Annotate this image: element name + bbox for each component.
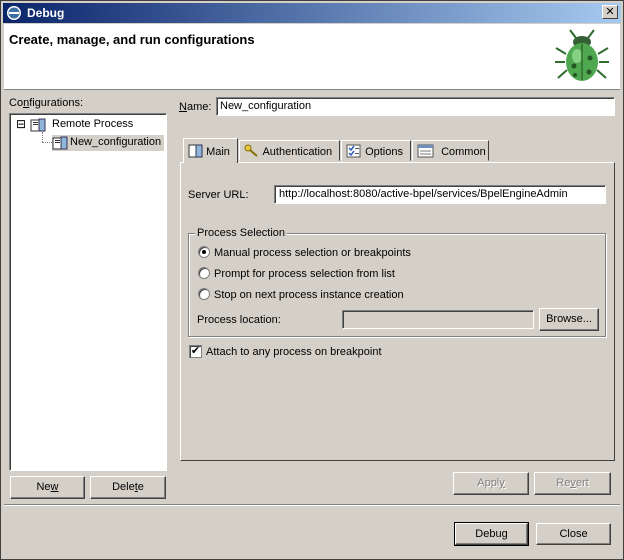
tab-main[interactable]: Main [183, 138, 238, 163]
name-input[interactable]: New_configuration [216, 97, 615, 116]
server-url-label: Server URL: [188, 189, 249, 201]
title-bar: Debug ✕ [3, 3, 621, 23]
configurations-label: Configurations: [9, 97, 83, 109]
dialog-header: Create, manage, and run configurations [4, 24, 620, 90]
apply-button[interactable]: Apply [453, 472, 529, 495]
close-button[interactable]: Close [536, 523, 611, 545]
main-tab-icon [188, 144, 203, 158]
config-icon [52, 136, 68, 150]
tree-label-remote-process: Remote Process [52, 118, 134, 130]
delete-button[interactable]: Delete [90, 476, 166, 499]
common-icon [417, 144, 434, 158]
configurations-tree[interactable]: ⊟ Remote Process New_configuration [9, 113, 167, 471]
attach-checkbox[interactable]: ✔ [189, 345, 202, 358]
bug-icon [555, 29, 609, 81]
tree-node-new-configuration[interactable]: New_configuration [52, 135, 164, 151]
radio-stop-on-next[interactable] [198, 288, 210, 300]
server-url-input[interactable]: http://localhost:8080/active-bpel/servic… [274, 185, 606, 204]
remote-process-icon [30, 118, 46, 132]
attach-checkbox-label: Attach to any process on breakpoint [206, 346, 382, 358]
tree-connector [42, 132, 43, 142]
options-icon [346, 144, 361, 158]
process-selection-title: Process Selection [195, 227, 288, 239]
process-location-label: Process location: [197, 314, 281, 326]
radio-manual-selection[interactable] [198, 246, 210, 258]
tree-expander-icon[interactable]: ⊟ [16, 118, 26, 130]
tab-options[interactable]: Options [341, 140, 411, 161]
tab-authentication[interactable]: Authentication [239, 140, 340, 161]
window-close-button[interactable]: ✕ [602, 5, 618, 19]
radio-prompt-selection[interactable] [198, 267, 210, 279]
radio-stop-on-next-label: Stop on next process instance creation [214, 289, 404, 301]
revert-button[interactable]: Revert [534, 472, 611, 495]
eclipse-icon [7, 6, 21, 20]
browse-button[interactable]: Browse... [539, 308, 599, 331]
process-location-input [342, 310, 534, 329]
radio-manual-selection-label: Manual process selection or breakpoints [214, 247, 411, 259]
header-title: Create, manage, and run configurations [9, 32, 255, 47]
key-icon [244, 144, 258, 157]
radio-prompt-selection-label: Prompt for process selection from list [214, 268, 395, 280]
tree-connector [42, 142, 52, 143]
window-title: Debug [27, 6, 65, 20]
debug-dialog: Debug ✕ Create, manage, and run configur… [0, 0, 624, 560]
new-button[interactable]: New [10, 476, 85, 499]
name-label: Name: [179, 101, 212, 113]
tab-common[interactable]: Common [412, 140, 489, 161]
footer-separator [4, 504, 620, 506]
debug-button[interactable]: Debug [454, 522, 529, 546]
tree-label-new-configuration: New_configuration [70, 136, 162, 148]
